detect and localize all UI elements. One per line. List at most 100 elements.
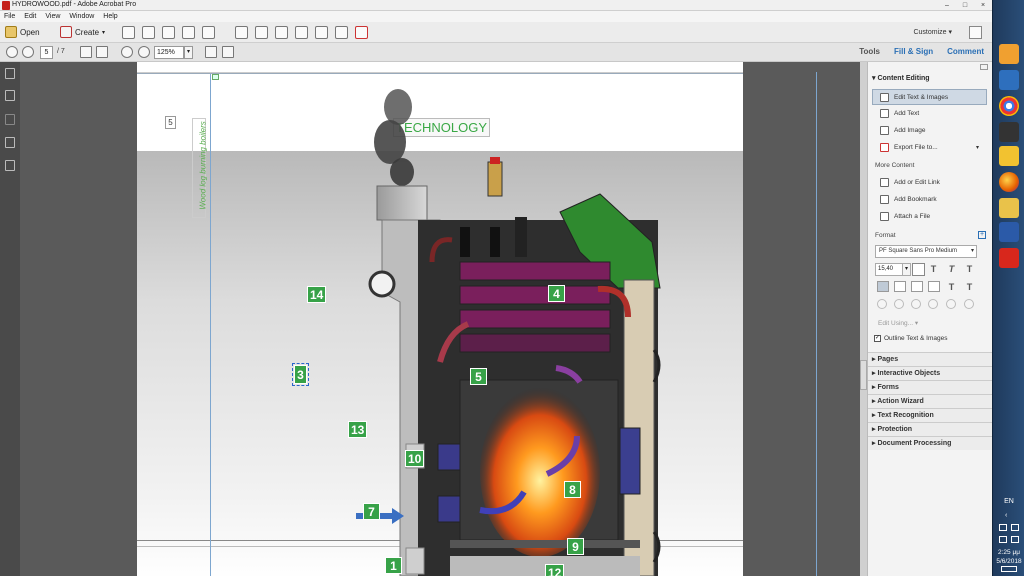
callout-8[interactable]: 8	[564, 481, 581, 498]
network-icon[interactable]	[1011, 524, 1019, 531]
customize-dropdown[interactable]: Customize ▾	[913, 28, 952, 36]
print-icon[interactable]	[162, 26, 175, 39]
format-add-icon[interactable]: +	[978, 231, 986, 239]
display-icon[interactable]	[999, 536, 1007, 543]
fit-page-icon[interactable]	[205, 46, 217, 58]
edit-text-images-button[interactable]: Edit Text & Images	[872, 89, 987, 105]
align-center-icon[interactable]	[894, 281, 906, 292]
comment-icon[interactable]	[255, 26, 268, 39]
combine-icon[interactable]	[315, 26, 328, 39]
superscript-icon[interactable]: T	[946, 281, 957, 293]
checkbox-checked-icon[interactable]: ✓	[874, 335, 881, 342]
bookmark-icon[interactable]	[5, 90, 15, 101]
media-player-icon[interactable]	[999, 44, 1019, 64]
clock[interactable]: 2:25 μμ 5/6/2018	[993, 548, 1024, 566]
section-action-wizard[interactable]: ▸ Action Wizard	[868, 394, 993, 408]
rotate-left-icon[interactable]	[911, 299, 921, 309]
open-button[interactable]: Open	[5, 26, 40, 38]
zoom-in-icon[interactable]	[138, 46, 150, 58]
flag-icon[interactable]	[999, 524, 1007, 531]
terminal-icon[interactable]	[999, 122, 1019, 142]
folder-icon[interactable]	[999, 146, 1019, 166]
layers-icon[interactable]	[5, 137, 15, 148]
file-explorer-icon[interactable]	[999, 198, 1019, 218]
tab-tools[interactable]: Tools	[859, 47, 880, 56]
section-document-processing[interactable]: ▸ Document Processing	[868, 436, 993, 450]
expand-icon[interactable]	[969, 26, 982, 39]
zoom-dropdown[interactable]: ▾	[184, 46, 193, 59]
stamp-icon[interactable]	[295, 26, 308, 39]
bold-text-icon[interactable]: T	[928, 263, 939, 275]
content-editing-header[interactable]: ▾ Content Editing	[872, 74, 930, 82]
flip-icon[interactable]	[877, 299, 887, 309]
fit-width-icon[interactable]	[222, 46, 234, 58]
app-icon[interactable]	[999, 70, 1019, 90]
language-indicator[interactable]: EN	[993, 498, 1024, 505]
minimize-button[interactable]: –	[938, 0, 956, 11]
font-size-input[interactable]: 15,40	[875, 263, 903, 276]
callout-10[interactable]: 10	[405, 450, 425, 467]
callout-13[interactable]: 13	[348, 421, 368, 438]
maximize-button[interactable]: □	[956, 0, 974, 11]
callout-3[interactable]: 3	[292, 363, 309, 386]
tab-fill-sign[interactable]: Fill & Sign	[894, 47, 933, 56]
callout-14[interactable]: 14	[307, 286, 327, 303]
section-protection[interactable]: ▸ Protection	[868, 422, 993, 436]
word-icon[interactable]	[999, 222, 1019, 242]
rotate-right-icon[interactable]	[928, 299, 938, 309]
pane-splitter[interactable]	[860, 62, 867, 576]
add-text-button[interactable]: Add Text	[880, 109, 919, 118]
add-link-button[interactable]: Add or Edit Link	[880, 178, 940, 187]
callout-7[interactable]: 7	[363, 503, 380, 520]
cloud-upload-icon[interactable]	[142, 26, 155, 39]
save-icon[interactable]	[122, 26, 135, 39]
align-right-icon[interactable]	[911, 281, 923, 292]
justify-icon[interactable]	[928, 281, 940, 292]
page-thumbnails-icon[interactable]	[5, 68, 15, 79]
document-view[interactable]: 5 TECHNOLOGY Wood log burning boilers 14…	[20, 62, 860, 576]
tags-icon[interactable]	[5, 160, 15, 171]
email-icon[interactable]	[202, 26, 215, 39]
firefox-icon[interactable]	[999, 172, 1019, 192]
text-size-icon[interactable]: T	[964, 263, 975, 275]
create-button[interactable]: Create ▾	[60, 26, 105, 38]
pdf-tools-icon[interactable]	[355, 26, 368, 39]
font-size-dropdown[interactable]: ▾	[902, 263, 911, 276]
highlight-icon[interactable]	[275, 26, 288, 39]
callout-4[interactable]: 4	[548, 285, 565, 302]
align-left-icon[interactable]	[877, 281, 889, 292]
pane-options-icon[interactable]	[980, 64, 988, 70]
callout-5[interactable]: 5	[470, 368, 487, 385]
notifications-icon[interactable]	[1001, 566, 1017, 572]
section-interactive-objects[interactable]: ▸ Interactive Objects	[868, 366, 993, 380]
chevron-up-icon[interactable]: ‹	[1005, 512, 1007, 519]
section-text-recognition[interactable]: ▸ Text Recognition	[868, 408, 993, 422]
callout-1[interactable]: 1	[385, 557, 402, 574]
add-image-button[interactable]: Add Image	[880, 126, 925, 135]
signature-icon[interactable]	[5, 114, 15, 125]
chrome-icon[interactable]	[999, 96, 1019, 116]
menu-help[interactable]: Help	[103, 13, 117, 20]
tab-comment[interactable]: Comment	[947, 47, 984, 56]
add-bookmark-button[interactable]: Add Bookmark	[880, 195, 937, 204]
menu-view[interactable]: View	[45, 13, 60, 20]
crop-icon[interactable]	[946, 299, 956, 309]
subscript-icon[interactable]: T	[964, 281, 975, 293]
zoom-out-icon[interactable]	[121, 46, 133, 58]
hand-tool-icon[interactable]	[96, 46, 108, 58]
page-number-input[interactable]: 5	[40, 46, 53, 59]
replace-image-icon[interactable]	[964, 299, 974, 309]
close-button[interactable]: ×	[974, 0, 992, 11]
menu-window[interactable]: Window	[69, 13, 94, 20]
menu-edit[interactable]: Edit	[24, 13, 36, 20]
select-cursor-icon[interactable]	[80, 46, 92, 58]
zoom-input[interactable]: 125%	[154, 46, 184, 59]
volume-icon[interactable]	[1011, 536, 1019, 543]
export-icon[interactable]	[335, 26, 348, 39]
edit-document-icon[interactable]	[182, 26, 195, 39]
callout-9[interactable]: 9	[567, 538, 584, 555]
section-forms[interactable]: ▸ Forms	[868, 380, 993, 394]
rotate-icon[interactable]	[894, 299, 904, 309]
acrobat-icon[interactable]	[999, 248, 1019, 268]
settings-icon[interactable]	[235, 26, 248, 39]
